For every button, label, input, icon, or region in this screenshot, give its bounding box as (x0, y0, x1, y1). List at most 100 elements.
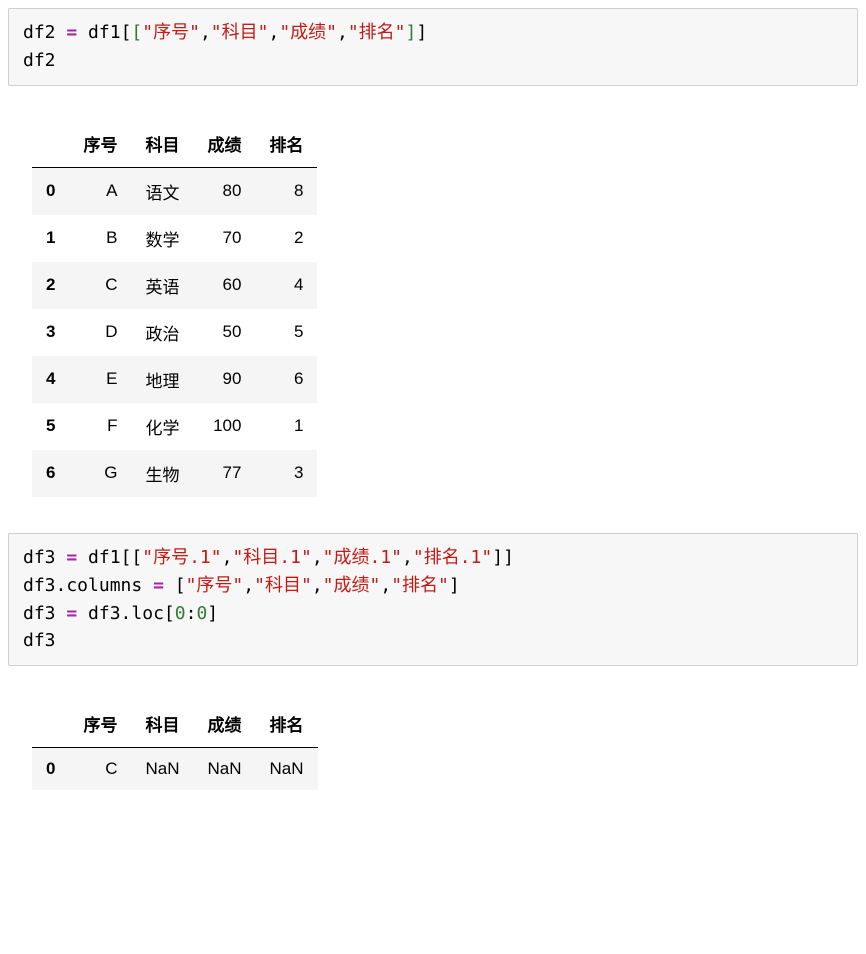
code-token: , (337, 22, 348, 43)
col-c3: 成绩 (193, 120, 255, 168)
cell: 1 (255, 403, 317, 450)
code-token: "序号" (186, 575, 244, 596)
code-token: "序号" (142, 22, 200, 43)
col-index (32, 700, 69, 748)
cell: 5 (255, 309, 317, 356)
code-token: "成绩" (323, 575, 381, 596)
cell: 6 (255, 356, 317, 403)
col-c3: 成绩 (193, 700, 255, 748)
row-index: 0 (32, 167, 69, 215)
cell: 80 (193, 167, 255, 215)
table-row: 2 C 英语 60 4 (32, 262, 317, 309)
code-cell-2[interactable]: df3 = df1[["序号.1","科目.1","成绩.1","排名.1"]]… (8, 533, 858, 667)
code-token: ] (492, 547, 503, 568)
code-token: , (312, 547, 323, 568)
code-token: [ (175, 575, 186, 596)
code-token: , (222, 547, 233, 568)
code-token: "科目" (254, 575, 312, 596)
code-token: [ (131, 22, 142, 43)
code-token: df3.columns (23, 575, 142, 596)
code-token: "序号.1" (142, 547, 221, 568)
code-token: df1 (88, 22, 121, 43)
col-index (32, 120, 69, 168)
row-index: 1 (32, 215, 69, 262)
table-header-row: 序号 科目 成绩 排名 (32, 700, 318, 748)
row-index: 0 (32, 748, 69, 791)
code-token: , (268, 22, 279, 43)
row-index: 4 (32, 356, 69, 403)
cell: 8 (255, 167, 317, 215)
cell: E (69, 356, 131, 403)
code-token: , (312, 575, 323, 596)
code-token: = (153, 575, 164, 596)
cell: D (69, 309, 131, 356)
code-token: 0 (175, 603, 186, 624)
cell: 77 (193, 450, 255, 497)
code-token: , (380, 575, 391, 596)
dataframe-output-2: 序号 科目 成绩 排名 0 C NaN NaN NaN (32, 700, 318, 790)
table-header-row: 序号 科目 成绩 排名 (32, 120, 317, 168)
cell: 生物 (131, 450, 193, 497)
cell: 60 (193, 262, 255, 309)
cell: 100 (193, 403, 255, 450)
row-index: 5 (32, 403, 69, 450)
table-row: 1 B 数学 70 2 (32, 215, 317, 262)
col-c4: 排名 (256, 700, 318, 748)
cell: 70 (193, 215, 255, 262)
cell: 化学 (131, 403, 193, 450)
code-token: df3.loc (88, 603, 164, 624)
code-token: "排名.1" (413, 547, 492, 568)
table-row: 6 G 生物 77 3 (32, 450, 317, 497)
code-token: , (402, 547, 413, 568)
code-token: [ (121, 547, 132, 568)
code-token: = (66, 22, 77, 43)
code-token: ] (207, 603, 218, 624)
cell: 语文 (131, 167, 193, 215)
row-index: 3 (32, 309, 69, 356)
cell: C (69, 262, 131, 309)
col-c4: 排名 (255, 120, 317, 168)
row-index: 6 (32, 450, 69, 497)
cell: F (69, 403, 131, 450)
cell: 90 (193, 356, 255, 403)
cell: 数学 (131, 215, 193, 262)
code-token: ] (416, 22, 427, 43)
table-row: 4 E 地理 90 6 (32, 356, 317, 403)
code-token: df3 (23, 547, 56, 568)
code-token: 0 (196, 603, 207, 624)
code-token: "成绩.1" (323, 547, 402, 568)
cell: 地理 (131, 356, 193, 403)
code-cell-1[interactable]: df2 = df1[["序号","科目","成绩","排名"]] df2 (8, 8, 858, 86)
col-c1: 序号 (69, 700, 131, 748)
col-c2: 科目 (131, 120, 193, 168)
col-c2: 科目 (131, 700, 193, 748)
table-row: 5 F 化学 100 1 (32, 403, 317, 450)
code-token: df2 (23, 22, 56, 43)
code-token: = (66, 547, 77, 568)
code-token: , (200, 22, 211, 43)
code-token: ] (503, 547, 514, 568)
code-token: [ (121, 22, 132, 43)
cell: 4 (255, 262, 317, 309)
cell: G (69, 450, 131, 497)
code-token: "排名" (348, 22, 406, 43)
table-row: 0 A 语文 80 8 (32, 167, 317, 215)
code-token: , (243, 575, 254, 596)
code-token: "科目.1" (232, 547, 311, 568)
cell: NaN (131, 748, 193, 791)
cell: NaN (256, 748, 318, 791)
cell: A (69, 167, 131, 215)
code-token: df1 (88, 547, 121, 568)
code-token: ] (406, 22, 417, 43)
cell: B (69, 215, 131, 262)
cell: 英语 (131, 262, 193, 309)
dataframe-output-1: 序号 科目 成绩 排名 0 A 语文 80 8 1 B 数学 70 2 2 C … (32, 120, 317, 497)
col-c1: 序号 (69, 120, 131, 168)
code-token: "科目" (211, 22, 269, 43)
code-token: df2 (23, 50, 56, 71)
code-token: df3 (23, 630, 56, 651)
row-index: 2 (32, 262, 69, 309)
code-token: "成绩" (279, 22, 337, 43)
cell: 50 (193, 309, 255, 356)
code-token: = (66, 603, 77, 624)
